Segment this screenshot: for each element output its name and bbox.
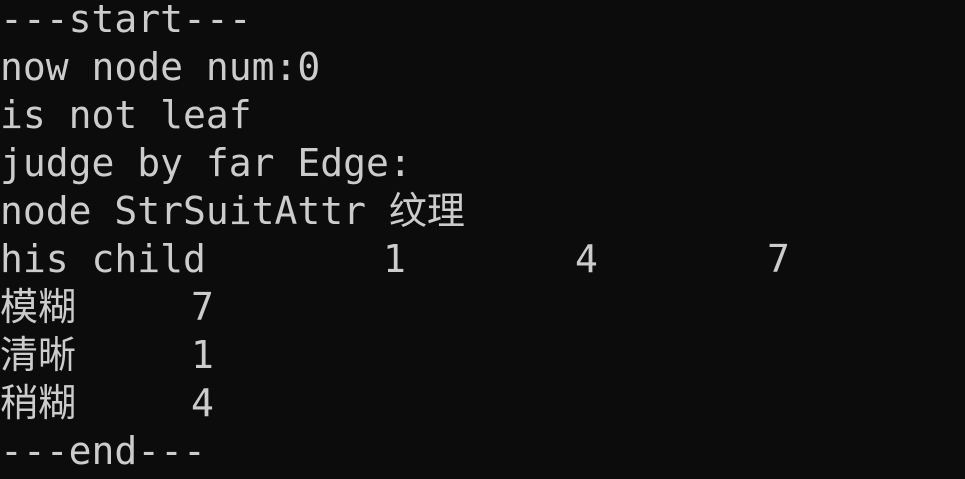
branch-name: 模糊 [0,285,77,329]
console-line-node-num: now node num:0 [0,45,321,89]
child-value-3: 7 [767,237,790,281]
branch-child: 4 [191,381,214,425]
console-line-branch: 清晰 1 [0,331,965,379]
console-line-branch: 稍糊 4 [0,379,965,427]
branch-child: 7 [191,285,214,329]
console-line-not-leaf: is not leaf [0,93,252,137]
child-value-1: 1 [383,237,406,281]
console-line-start: ---start--- [0,0,252,41]
console-line-children: his child 1 4 7 [0,235,965,283]
console-line-end: ---end--- [0,429,206,473]
children-label: his child [0,237,206,281]
branch-name: 稍糊 [0,381,77,425]
console-line-attr: node StrSuitAttr 纹理 [0,189,465,233]
console-line-branch: 模糊 7 [0,283,965,331]
console-line-judge: judge by far Edge: [0,141,412,185]
branch-child: 1 [191,333,214,377]
console-window[interactable]: ---start--- now node num:0 is not leaf j… [0,0,965,479]
child-value-2: 4 [575,237,598,281]
branch-name: 清晰 [0,333,77,377]
